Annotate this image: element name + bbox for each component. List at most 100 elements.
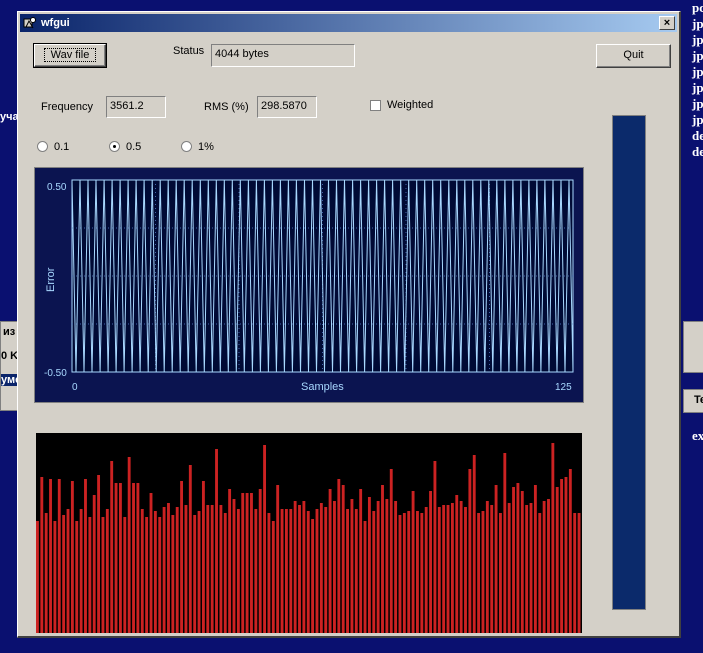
spectrum-bar	[145, 517, 149, 633]
spectrum-plot	[36, 433, 582, 633]
desktop-icon-label[interactable]: de	[692, 128, 703, 144]
spectrum-bar	[153, 511, 157, 633]
status-label: Status	[173, 45, 205, 57]
desktop-icon-label[interactable]: jp	[692, 16, 703, 32]
y-tick-bottom: -0.50	[44, 368, 67, 379]
spectrum-bar	[411, 491, 415, 633]
spectrum-bar	[459, 501, 463, 633]
desktop-icon-label[interactable]: jp	[692, 112, 703, 128]
spectrum-bar	[372, 511, 376, 633]
spectrum-bar	[385, 499, 389, 633]
spectrum-bar	[97, 475, 101, 633]
spectrum-bar	[442, 505, 446, 633]
spectrum-bar	[464, 507, 467, 633]
spectrum-bar	[293, 501, 297, 633]
spectrum-bar	[66, 509, 70, 633]
x-tick-right: 125	[555, 382, 572, 393]
spectrum-bar	[333, 501, 336, 633]
spectrum-bar	[560, 479, 564, 633]
spectrum-bar	[520, 491, 524, 633]
spectrum-bar	[171, 515, 175, 633]
spectrum-bar	[210, 505, 214, 633]
radio-0-5[interactable]	[109, 141, 120, 152]
spectrum-bar	[284, 509, 288, 633]
spectrum-bar	[564, 477, 568, 633]
spectrum-bar	[346, 509, 349, 633]
spectrum-bar	[551, 443, 555, 633]
spectrum-bar	[136, 483, 140, 633]
spectrum-bar	[53, 521, 57, 633]
radio-0-5-label: 0.5	[126, 141, 142, 153]
spectrum-bar	[228, 489, 232, 633]
spectrum-bar	[302, 501, 306, 633]
spectrum-bar	[507, 503, 511, 633]
spectrum-plot-svg	[36, 443, 581, 633]
spectrum-bar	[250, 493, 253, 633]
spectrum-bar	[499, 513, 502, 633]
spectrum-bar	[70, 481, 74, 633]
spectrum-bar	[324, 507, 328, 633]
spectrum-bar	[337, 479, 341, 633]
spectrum-bar	[398, 515, 402, 633]
desktop-icon-label[interactable]: de	[692, 144, 703, 160]
spectrum-bar	[101, 517, 105, 633]
spectrum-bar	[44, 513, 48, 633]
spectrum-bar	[354, 509, 358, 633]
spectrum-bar	[542, 501, 546, 633]
y-axis-label: Error	[45, 267, 57, 292]
spectrum-bar	[118, 483, 122, 633]
spectrum-bar	[79, 509, 83, 633]
spectrum-bar	[271, 521, 275, 633]
wav-file-button[interactable]: Wav file	[33, 43, 107, 68]
spectrum-bar	[455, 495, 459, 633]
spectrum-bar	[311, 519, 315, 633]
spectrum-bar	[402, 513, 406, 633]
spectrum-bar	[381, 485, 384, 633]
spectrum-bar	[223, 513, 227, 633]
app-icon	[23, 17, 36, 29]
desktop-icon-label[interactable]: jp	[692, 80, 703, 96]
spectrum-bar	[201, 481, 205, 633]
weighted-checkbox[interactable]	[370, 100, 381, 111]
rms-label: RMS (%)	[204, 101, 249, 113]
desktop-icon-label[interactable]: jp	[692, 64, 703, 80]
window-title: wfgui	[41, 17, 70, 29]
error-plot: 0.50 -0.50 0 125 Samples Error	[34, 167, 584, 403]
spectrum-bar	[49, 479, 52, 633]
spectrum-bar	[481, 511, 485, 633]
desktop-icon-label[interactable]: jp	[692, 96, 703, 112]
weighted-label: Weighted	[387, 99, 434, 111]
spectrum-bar	[149, 493, 153, 633]
spectrum-bar	[420, 513, 424, 633]
spectrum-bar	[75, 521, 79, 633]
radio-1-percent[interactable]	[181, 141, 192, 152]
spectrum-bar	[254, 509, 258, 633]
spectrum-bar	[494, 485, 498, 633]
spectrum-bar	[376, 501, 380, 633]
title-bar[interactable]: wfgui ×	[20, 14, 677, 32]
spectrum-bar	[529, 503, 533, 633]
spectrum-bar	[140, 509, 144, 633]
spectrum-bar	[407, 511, 411, 633]
spectrum-bar	[319, 503, 323, 633]
spectrum-bar	[477, 513, 481, 633]
quit-button[interactable]: Quit	[596, 44, 671, 68]
spectrum-bar	[525, 505, 529, 633]
spectrum-bar	[110, 461, 114, 633]
radio-0-1[interactable]	[37, 141, 48, 152]
spectrum-bar	[350, 499, 354, 633]
spectrum-bar	[280, 509, 284, 633]
spectrum-bar	[62, 515, 66, 633]
desktop-icon-label[interactable]: jp	[692, 32, 703, 48]
spectrum-bar	[490, 505, 494, 633]
spectrum-bar	[193, 515, 197, 633]
desktop-icon-label[interactable]: jp	[692, 48, 703, 64]
spectrum-bar	[276, 485, 280, 633]
desktop-icon-label[interactable]: pc	[692, 0, 703, 16]
spectrum-bar	[394, 501, 398, 633]
spectrum-bar	[533, 485, 537, 633]
frequency-label: Frequency	[41, 101, 93, 113]
spectrum-bar	[258, 489, 262, 633]
spectrum-bar	[341, 485, 345, 633]
close-button[interactable]: ×	[659, 16, 675, 30]
